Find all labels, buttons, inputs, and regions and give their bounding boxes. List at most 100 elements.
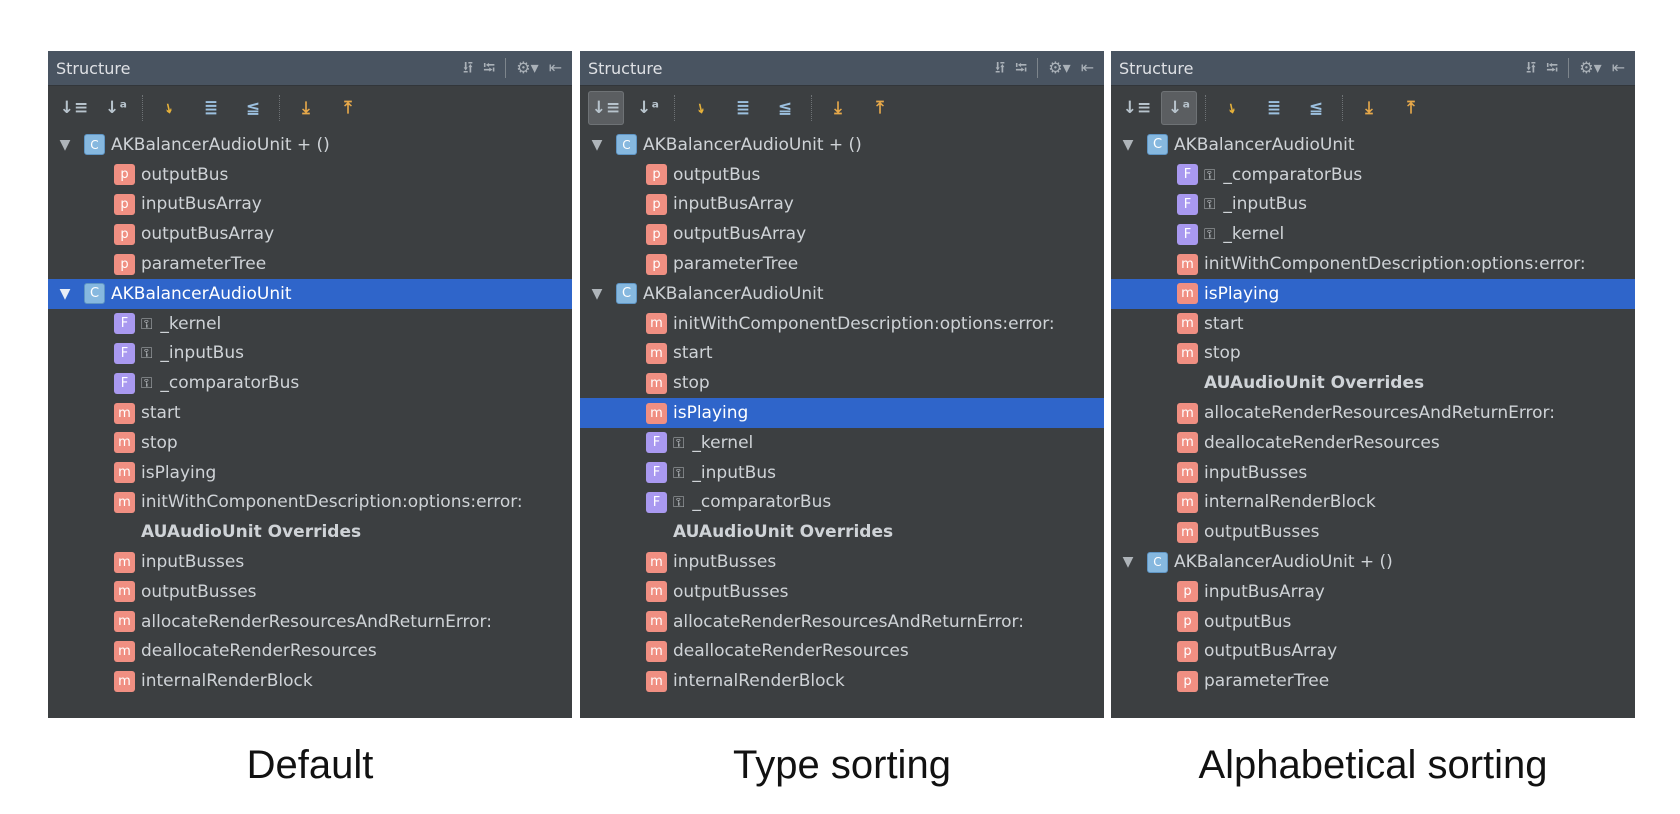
hide-icon[interactable]: ⇤ (549, 57, 562, 79)
tree-node[interactable]: ▼ C AKBalancerAudioUnit (580, 279, 1104, 309)
tree-node[interactable]: m deallocateRenderResources (1111, 428, 1635, 458)
tree-node[interactable]: p parameterTree (580, 249, 1104, 279)
tree-node[interactable]: m inputBusses (580, 547, 1104, 577)
tree-node[interactable]: m outputBusses (580, 577, 1104, 607)
autoscroll-to-source-button[interactable]: ⤓ (288, 91, 324, 125)
sort-alphabetically-button[interactable]: ↓ᵃ (630, 91, 666, 125)
expand-all-icon[interactable]: ⭿ (1526, 57, 1536, 79)
tree-node[interactable]: ▼ C AKBalancerAudioUnit (1111, 130, 1635, 160)
expand-button[interactable]: ≣ (1256, 91, 1292, 125)
tree-node[interactable]: m stop (580, 368, 1104, 398)
tree-node[interactable]: p outputBusArray (1111, 637, 1635, 667)
sort-alphabetically-button[interactable]: ↓ᵃ (1161, 91, 1197, 125)
tree-node[interactable]: m isPlaying (580, 398, 1104, 428)
expand-arrow-icon[interactable]: ▼ (586, 286, 608, 302)
gear-icon[interactable]: ⚙▾ (1048, 57, 1070, 79)
tree-node[interactable]: m deallocateRenderResources (48, 637, 572, 667)
tree-node[interactable]: m inputBusses (48, 547, 572, 577)
sort-by-type-button[interactable]: ↓≡ (56, 91, 92, 125)
sort-by-type-button[interactable]: ↓≡ (588, 91, 624, 125)
tree-node[interactable]: F ⚿ _inputBus (48, 339, 572, 369)
tree-node[interactable]: m isPlaying (48, 458, 572, 488)
tree-node[interactable]: ▼ C AKBalancerAudioUnit + () (48, 130, 572, 160)
autoscroll-to-source-button[interactable]: ⤓ (1351, 91, 1387, 125)
autoscroll-from-source-button[interactable]: ⤒ (862, 91, 898, 125)
tree-node[interactable]: m internalRenderBlock (48, 666, 572, 696)
tree-node[interactable]: m inputBusses (1111, 458, 1635, 488)
expand-all-icon[interactable]: ⭿ (995, 57, 1005, 79)
tree-node[interactable]: p outputBus (48, 160, 572, 190)
tree-node[interactable]: m allocateRenderResourcesAndReturnError: (580, 607, 1104, 637)
collapse-button[interactable]: ≦ (235, 91, 271, 125)
tree-node[interactable]: m internalRenderBlock (1111, 488, 1635, 518)
show-inherited-button[interactable]: ⭏ (151, 91, 187, 125)
show-inherited-button[interactable]: ⭏ (1214, 91, 1250, 125)
tree-node[interactable]: m stop (1111, 339, 1635, 369)
tree-node[interactable]: m outputBusses (1111, 517, 1635, 547)
tree-node[interactable]: F ⚿ _comparatorBus (48, 368, 572, 398)
tree-node[interactable]: m deallocateRenderResources (580, 637, 1104, 667)
expand-arrow-icon[interactable]: ▼ (54, 137, 76, 153)
tree-node[interactable]: F ⚿ _comparatorBus (1111, 160, 1635, 190)
tree-node[interactable]: m start (580, 339, 1104, 369)
tree-node[interactable]: ▼ C AKBalancerAudioUnit (48, 278, 572, 309)
autoscroll-from-source-button[interactable]: ⤒ (1393, 91, 1429, 125)
node-label: isPlaying (1204, 283, 1280, 304)
tree-node[interactable]: m start (48, 398, 572, 428)
gear-icon[interactable]: ⚙▾ (1579, 57, 1601, 79)
tree-node[interactable]: p inputBusArray (580, 190, 1104, 220)
tree-node[interactable]: p parameterTree (1111, 666, 1635, 696)
tree-node[interactable]: F ⚿ _comparatorBus (580, 488, 1104, 518)
sort-alphabetically-button[interactable]: ↓ᵃ (98, 91, 134, 125)
node-label: start (1204, 313, 1244, 334)
tree-node[interactable]: F ⚿ _inputBus (1111, 190, 1635, 220)
tree-node[interactable]: p outputBus (580, 160, 1104, 190)
expand-arrow-icon[interactable]: ▼ (586, 137, 608, 153)
section-header[interactable]: AUAudioUnit Overrides (580, 517, 1104, 547)
tree-node[interactable]: m start (1111, 309, 1635, 339)
tree-node[interactable]: m internalRenderBlock (580, 666, 1104, 696)
node-label: AUAudioUnit Overrides (141, 522, 362, 543)
expand-arrow-icon[interactable]: ▼ (1117, 137, 1139, 153)
toolbar-separator (142, 95, 143, 121)
gear-icon[interactable]: ⚙▾ (516, 57, 538, 79)
tree-node[interactable]: F ⚿ _kernel (580, 428, 1104, 458)
collapse-all-icon[interactable]: ⭾ (1546, 57, 1558, 79)
show-inherited-button[interactable]: ⭏ (683, 91, 719, 125)
collapse-button[interactable]: ≦ (767, 91, 803, 125)
tree-node[interactable]: m initWithComponentDescription:options:er… (48, 488, 572, 518)
section-header[interactable]: AUAudioUnit Overrides (48, 517, 572, 547)
tree-node[interactable]: m initWithComponentDescription:options:er… (1111, 249, 1635, 279)
tree-node[interactable]: m allocateRenderResourcesAndReturnError: (1111, 398, 1635, 428)
expand-all-icon[interactable]: ⭿ (463, 57, 473, 79)
hide-icon[interactable]: ⇤ (1081, 57, 1094, 79)
tree-node[interactable]: F ⚿ _kernel (1111, 219, 1635, 249)
tree-node[interactable]: p inputBusArray (48, 190, 572, 220)
tree-node[interactable]: m initWithComponentDescription:options:er… (580, 309, 1104, 339)
sort-by-type-button[interactable]: ↓≡ (1119, 91, 1155, 125)
expand-arrow-icon[interactable]: ▼ (1117, 554, 1139, 570)
collapse-all-icon[interactable]: ⭾ (483, 57, 495, 79)
autoscroll-to-source-button[interactable]: ⤓ (820, 91, 856, 125)
tree-node[interactable]: F ⚿ _kernel (48, 309, 572, 339)
tree-node[interactable]: p parameterTree (48, 249, 572, 279)
autoscroll-from-source-button[interactable]: ⤒ (330, 91, 366, 125)
collapse-button[interactable]: ≦ (1298, 91, 1334, 125)
tree-node[interactable]: F ⚿ _inputBus (580, 458, 1104, 488)
tree-node[interactable]: p outputBus (1111, 607, 1635, 637)
tree-node[interactable]: m outputBusses (48, 577, 572, 607)
section-header[interactable]: AUAudioUnit Overrides (1111, 368, 1635, 398)
hide-icon[interactable]: ⇤ (1612, 57, 1625, 79)
tree-node[interactable]: m allocateRenderResourcesAndReturnError: (48, 607, 572, 637)
tree-node[interactable]: m isPlaying (1111, 278, 1635, 309)
tree-node[interactable]: p inputBusArray (1111, 577, 1635, 607)
expand-arrow-icon[interactable]: ▼ (54, 286, 76, 302)
tree-node[interactable]: m stop (48, 428, 572, 458)
tree-node[interactable]: p outputBusArray (48, 219, 572, 249)
tree-node[interactable]: p outputBusArray (580, 219, 1104, 249)
tree-node[interactable]: ▼ C AKBalancerAudioUnit + () (1111, 547, 1635, 577)
expand-button[interactable]: ≣ (725, 91, 761, 125)
collapse-all-icon[interactable]: ⭾ (1015, 57, 1027, 79)
expand-button[interactable]: ≣ (193, 91, 229, 125)
tree-node[interactable]: ▼ C AKBalancerAudioUnit + () (580, 130, 1104, 160)
